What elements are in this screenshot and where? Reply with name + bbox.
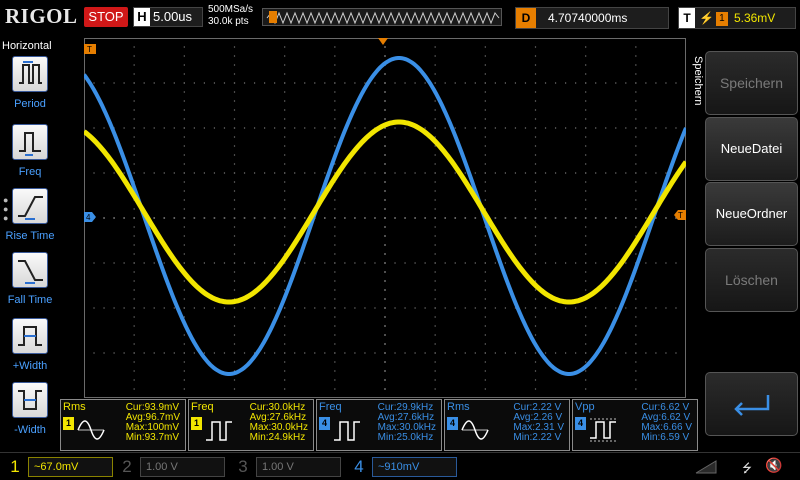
channel-1-marker-label: T: [87, 45, 92, 54]
negative-width-label: -Width: [14, 424, 46, 436]
measurement-values: Cur:2.22 V Avg:2.26 V Max:2.31 V Min:2.2…: [513, 403, 564, 443]
trigger-level-label: T: [678, 211, 683, 220]
trigger-source: 1: [715, 12, 728, 26]
period-label: Period: [14, 98, 46, 110]
channel-1-status[interactable]: 1 ~67.0mV: [4, 455, 116, 479]
save-button[interactable]: Speichern: [705, 51, 798, 115]
measure-negative-width-button[interactable]: -Width: [0, 382, 60, 446]
measurement-channel-badge: 4: [575, 417, 586, 430]
vpp-pulse-icon: [590, 418, 616, 442]
measurement-min: Min:6.59 V: [641, 432, 690, 443]
waveform-display[interactable]: T 4 T: [84, 38, 686, 398]
return-button[interactable]: [705, 372, 798, 436]
run-stop-indicator[interactable]: STOP: [84, 7, 128, 27]
channel-4-number: 4: [354, 457, 364, 476]
measurement-values: Cur:6.62 V Avg:6.62 V Max:6.66 V Min:6.5…: [641, 403, 692, 443]
measurement-channel-badge: 1: [63, 417, 74, 430]
measure-freq-button[interactable]: Freq: [0, 124, 60, 188]
trigger-level: 5.36mV: [733, 11, 776, 25]
measure-period-button[interactable]: Period: [0, 56, 60, 120]
channel-3-scale: 1.00 V: [256, 457, 341, 477]
period-pulse-icon: [12, 56, 48, 92]
measurement-name: Vpp: [575, 401, 595, 413]
measure-positive-width-button[interactable]: +Width: [0, 318, 60, 382]
freq-pulse-icon: [12, 124, 48, 160]
measurement-channel-badge: 4: [319, 417, 330, 430]
rising-edge-icon: ⚡: [699, 11, 714, 25]
measurement-rms-ch1[interactable]: Rms 1 Cur:93.9mV Avg:96.7mV Max:100mV Mi…: [60, 399, 186, 451]
measurement-rms-ch4[interactable]: Rms 4 Cur:2.22 V Avg:2.26 V Max:2.31 V M…: [444, 399, 570, 451]
rise-edge-icon: [12, 188, 48, 224]
measurement-min: Min:25.0kHz: [377, 432, 434, 443]
channel-3-status[interactable]: 3 1.00 V: [232, 455, 344, 479]
measurement-values: Cur:93.9mV Avg:96.7mV Max:100mV Min:93.7…: [126, 403, 180, 443]
memory-overview-bar: [262, 8, 502, 26]
measurement-min: Min:93.7mV: [125, 432, 180, 443]
fall-edge-icon: [12, 252, 48, 288]
fall-time-label: Fall Time: [7, 294, 53, 306]
delay-indicator[interactable]: D 4.70740000ms: [515, 7, 669, 29]
acquisition-info: 500MSa/s 30.0k pts: [208, 4, 253, 28]
measure-fall-time-button[interactable]: Fall Time: [0, 252, 60, 316]
expand-arrow-icon[interactable]: [692, 457, 720, 477]
save-menu: Speichern Speichern NeueDatei NeueOrdner…: [688, 38, 800, 450]
trigger-key: T: [679, 8, 695, 28]
memory-depth: 30.0k pts: [208, 16, 249, 27]
channel-2-number: 2: [122, 457, 132, 476]
speaker-mute-icon[interactable]: 🔇: [765, 457, 782, 474]
measurement-channel-badge: 1: [191, 417, 202, 430]
memory-waveform-icon: [266, 11, 500, 25]
measure-rise-time-button[interactable]: Rise Time: [0, 188, 60, 252]
horizontal-measure-menu: Horizontal Period Freq ● ● ● Rise Time Fal…: [0, 38, 60, 450]
measurement-freq-ch4[interactable]: Freq 4 Cur:29.9kHz Avg:27.6kHz Max:30.0k…: [316, 399, 442, 451]
freq-pulse-icon: [334, 421, 360, 441]
channel-2-status[interactable]: 2 1.00 V: [116, 455, 228, 479]
channel-1-scale: ~67.0mV: [28, 457, 113, 477]
delete-button[interactable]: Löschen: [705, 248, 798, 312]
rms-sine-icon: [77, 420, 105, 440]
channel-4-scale: ~910mV: [372, 457, 457, 477]
timebase-indicator[interactable]: H 5.00us: [133, 7, 203, 27]
freq-pulse-icon: [206, 421, 232, 441]
usb-icon: ⭍: [742, 461, 752, 475]
new-folder-button[interactable]: NeueOrdner: [705, 182, 798, 246]
measurement-channel-badge: 4: [447, 417, 458, 430]
memory-position-marker[interactable]: [269, 11, 277, 23]
delay-value: 4.70740000ms: [548, 11, 628, 25]
measurement-name: Rms: [63, 401, 86, 413]
new-file-button[interactable]: NeueDatei: [705, 117, 798, 181]
positive-width-label: +Width: [12, 360, 48, 372]
return-arrow-icon: [734, 395, 770, 416]
measurement-min: Min:2.22 V: [513, 432, 562, 443]
trigger-indicator[interactable]: T ⚡ 1 5.36mV: [678, 7, 796, 29]
channel-4-status[interactable]: 4 ~910mV: [348, 455, 460, 479]
measurement-name: Rms: [447, 401, 470, 413]
rms-sine-icon: [461, 420, 489, 440]
measurement-vpp-ch4[interactable]: Vpp 4 Cur:6.62 V Avg:6.62 V Max:6.66 V M…: [572, 399, 698, 451]
channel-4-offset-label: 4: [86, 213, 91, 222]
top-status-bar: RIGOL STOP H 5.00us 500MSa/s 30.0k pts D4…: [0, 0, 800, 38]
timebase-key: H: [134, 8, 150, 26]
menu-title: Speichern: [692, 56, 704, 106]
channel-1-number: 1: [10, 457, 20, 476]
channel-2-scale: 1.00 V: [140, 457, 225, 477]
menu-title: Horizontal: [2, 40, 52, 52]
measurement-name: Freq: [191, 401, 214, 413]
positive-width-icon: [12, 318, 48, 354]
measurement-freq-ch1[interactable]: Freq 1 Cur:30.0kHz Avg:27.6kHz Max:30.0k…: [188, 399, 314, 451]
freq-label: Freq: [18, 166, 42, 178]
channel-3-number: 3: [238, 457, 248, 476]
negative-width-icon: [12, 382, 48, 418]
sample-rate: 500MSa/s: [208, 4, 254, 15]
rise-time-label: Rise Time: [5, 230, 55, 242]
measurement-values: Cur:30.0kHz Avg:27.6kHz Max:30.0kHz Min:…: [250, 403, 308, 443]
measurement-name: Freq: [319, 401, 342, 413]
brand-logo: RIGOL: [5, 4, 78, 28]
delay-key: D: [516, 8, 536, 28]
channel-1-marker[interactable]: T: [84, 44, 96, 54]
measurement-min: Min:24.9kHz: [249, 432, 306, 443]
timebase-value: 5.00us: [153, 9, 193, 24]
channel-status-bar: 1 ~67.0mV 2 1.00 V 3 1.00 V 4 ~910mV ⭍ 🔇: [0, 452, 800, 480]
measurement-values: Cur:29.9kHz Avg:27.6kHz Max:30.0kHz Min:…: [378, 403, 436, 443]
